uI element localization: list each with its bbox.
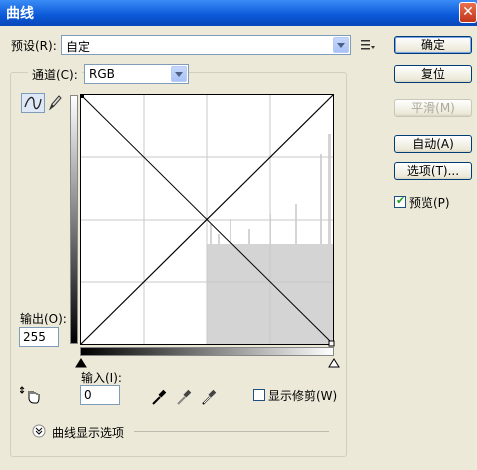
gray-eyedropper-icon[interactable] <box>176 388 192 406</box>
options-button[interactable]: 选项(T)... <box>394 162 472 180</box>
auto-button[interactable]: 自动(A) <box>394 135 472 153</box>
curve-graph[interactable] <box>80 94 336 350</box>
curve-point-top[interactable] <box>80 94 84 98</box>
input-field[interactable]: 0 <box>80 385 120 405</box>
white-point-slider[interactable] <box>328 358 340 368</box>
preview-checkbox[interactable]: ✔ <box>394 194 406 208</box>
smooth-button[interactable]: 平滑(M) <box>394 99 472 117</box>
reset-button[interactable]: 复位 <box>394 65 472 83</box>
expand-chevron-icon[interactable] <box>32 424 46 438</box>
preset-dropdown[interactable]: 自定 <box>61 35 351 55</box>
close-icon[interactable]: ✕ <box>459 2 477 23</box>
preset-value: 自定 <box>66 40 91 54</box>
dropdown-arrow-icon[interactable] <box>333 37 349 53</box>
title-bar: 曲线 ✕ <box>0 0 477 26</box>
show-clipping-label: 显示修剪(W) <box>268 389 338 403</box>
black-point-slider[interactable] <box>75 358 87 368</box>
channel-dropdown[interactable]: RGB <box>84 64 189 84</box>
white-eyedropper-icon[interactable] <box>201 388 217 406</box>
hand-adjust-icon[interactable] <box>20 385 42 405</box>
show-clipping-checkbox[interactable] <box>253 389 265 401</box>
curve-display-options-label: 曲线显示选项 <box>52 426 125 440</box>
input-gradient-bar <box>80 347 334 356</box>
channel-label: 通道(C): <box>28 66 82 83</box>
pencil-tool-icon[interactable] <box>47 94 63 112</box>
black-eyedropper-icon[interactable] <box>151 388 167 406</box>
output-gradient-bar <box>70 95 78 344</box>
preset-label: 预设(R): <box>11 39 57 53</box>
preset-menu-icon[interactable] <box>361 38 375 52</box>
channel-value: RGB <box>89 67 115 81</box>
ok-button[interactable]: 确定 <box>394 36 472 54</box>
output-field[interactable]: 255 <box>19 327 59 347</box>
window-title: 曲线 <box>6 6 34 22</box>
curve-point-bottom[interactable] <box>328 340 335 347</box>
curve-tool-button[interactable] <box>21 93 45 113</box>
input-label: 输入(I): <box>81 371 122 385</box>
output-label: 输出(O): <box>20 312 67 326</box>
preview-label: 预览(P) <box>409 196 450 210</box>
divider <box>134 431 329 432</box>
curve-tool-icon <box>24 96 42 110</box>
dropdown-arrow-icon[interactable] <box>171 66 187 82</box>
checkmark-icon: ✔ <box>396 194 406 207</box>
